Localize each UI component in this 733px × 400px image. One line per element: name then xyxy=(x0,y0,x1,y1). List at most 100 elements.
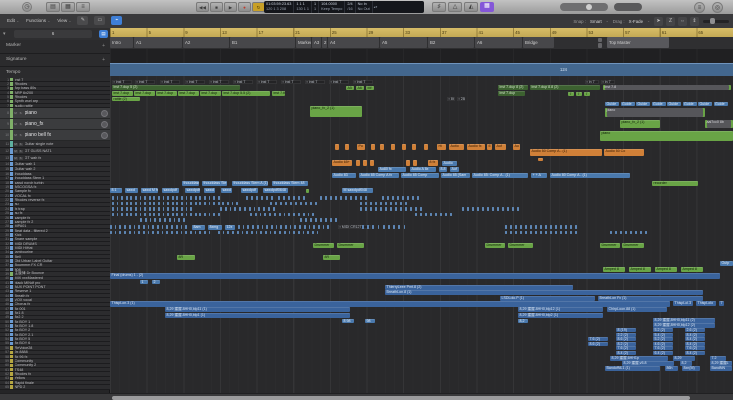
region[interactable]: inst 7.dup xyxy=(498,91,525,96)
region[interactable]: sawdpdf xyxy=(185,188,200,193)
region[interactable]: 8.4 (2) xyxy=(685,342,705,346)
region[interactable]: ▪ inst 7 xyxy=(160,80,180,84)
solo-button[interactable]: S xyxy=(19,112,23,116)
region[interactable] xyxy=(406,160,410,166)
marker-segment[interactable]: Bridge xyxy=(523,37,554,48)
region[interactable]: recorder xyxy=(652,181,698,186)
region[interactable]: ▪ inst 7 xyxy=(281,80,301,84)
region[interactable]: A6 xyxy=(356,86,364,90)
region[interactable]: 8,29 建屋.8HH0,blp11 (1) xyxy=(165,307,350,312)
region[interactable]: 7 xyxy=(576,92,582,96)
track-row[interactable]: 10MSpiano bell fx xyxy=(0,130,110,141)
region[interactable] xyxy=(371,144,375,150)
region[interactable]: + + A xyxy=(531,173,547,179)
region[interactable]: ThispLol.3 xyxy=(673,301,693,306)
marker-segment[interactable]: A1 xyxy=(134,37,182,48)
region[interactable]: piano_fx_2 (1) xyxy=(310,106,362,117)
marker-lane[interactable]: IntroA1A2B1MarkerA32A4A5B2A6BridgeTop Ma… xyxy=(110,37,733,50)
region[interactable]: 8xmg xyxy=(208,225,222,230)
region[interactable]: piano xyxy=(605,108,705,117)
region[interactable]: 8,29 建屋.8HH0,blp1 (1) xyxy=(165,313,350,318)
region[interactable]: Audio 85 Comp xyxy=(401,173,439,179)
region[interactable]: LSDLolo.P (1) xyxy=(500,296,595,301)
metronome-button[interactable]: ◭ xyxy=(464,2,478,12)
region[interactable]: 7.6 (2) xyxy=(588,337,608,341)
region[interactable]: 8.1 xyxy=(110,188,122,193)
mute-button[interactable]: M xyxy=(14,150,18,154)
mute-button[interactable]: M xyxy=(14,134,18,138)
region[interactable]: ▪ inst 7 xyxy=(305,80,325,84)
region[interactable] xyxy=(424,144,428,150)
region[interactable]: Audio 80 Comp A - (1) xyxy=(550,173,630,179)
region[interactable] xyxy=(391,144,395,150)
menu-view[interactable]: View ⌄ xyxy=(57,16,71,26)
region-lanes[interactable]: ▪ inst 7 ▪ inst 7 ▪ inst 7 ▪ inst 7 ▪ inst 7… xyxy=(110,76,733,394)
region[interactable]: Drummer xyxy=(337,243,364,248)
region[interactable]: Outp xyxy=(720,261,733,266)
region[interactable]: ▪ inst 7 xyxy=(329,80,349,84)
region[interactable]: ▪ inst 7 xyxy=(112,80,132,84)
track-row[interactable]: 12MSGT GLISS NAT1 xyxy=(0,148,110,155)
region[interactable]: 98 xyxy=(365,319,375,323)
marker-segment[interactable]: A4 xyxy=(328,37,379,48)
track-count-field[interactable]: 6 xyxy=(14,30,92,38)
region[interactable]: 8.4 (2) xyxy=(616,351,636,355)
region[interactable]: 8,29 建屋,6HH1p xyxy=(610,356,668,361)
tempo-lane[interactable] xyxy=(110,49,733,63)
region[interactable]: piano xyxy=(600,131,733,141)
region[interactable]: sawdpdf xyxy=(162,188,179,193)
horizontal-scrollbar[interactable] xyxy=(0,393,733,400)
stop-button[interactable]: ■ xyxy=(210,2,223,12)
region[interactable] xyxy=(356,160,360,166)
region[interactable]: inst 7.dup xyxy=(134,91,155,96)
region[interactable]: ThierryLeee Pmt.8 (2) xyxy=(385,285,573,290)
zoom-tool-button[interactable]: Z xyxy=(666,17,675,26)
inspector-toggle-button[interactable]: ▦ xyxy=(61,2,75,12)
region[interactable]: sawd M fx xyxy=(141,188,158,193)
region[interactable]: inst 7.dup 8 (2) xyxy=(498,85,528,90)
solo-button[interactable]: S xyxy=(19,150,23,154)
region[interactable] xyxy=(370,160,374,166)
region[interactable]: thouddass 1 xyxy=(182,181,199,186)
marker-segment[interactable]: Marker xyxy=(296,37,311,48)
snap-select[interactable]: Smart xyxy=(590,19,602,24)
region[interactable]: Audio 65+ xyxy=(332,160,352,166)
region[interactable]: Amped 8 xyxy=(629,267,651,272)
region[interactable]: Drummer xyxy=(508,243,533,248)
tempo-curve-band[interactable]: 124 xyxy=(110,63,733,76)
volume-knob[interactable] xyxy=(101,110,108,117)
region[interactable]: Audio 85 Comp A fx xyxy=(359,173,399,179)
region[interactable]: Drummer xyxy=(485,243,505,248)
region[interactable]: 6.4 (2) xyxy=(653,351,673,355)
region[interactable] xyxy=(413,160,417,166)
track-row[interactable]: 8MSpiano xyxy=(0,108,110,119)
region[interactable]: Audio 85: Comp A - (1) xyxy=(472,173,528,179)
region[interactable]: 8.2 (2) xyxy=(616,342,636,346)
menu-edit[interactable]: Edit ⌄ xyxy=(7,16,19,26)
region[interactable]: 8 (19) xyxy=(616,328,636,332)
solo-button[interactable]: S xyxy=(19,123,23,127)
region[interactable]: E xyxy=(487,144,492,150)
region[interactable]: sawd xyxy=(221,188,232,193)
marker-zoom-plus-button[interactable] xyxy=(598,38,602,43)
region[interactable]: Audio 83 xyxy=(332,173,356,179)
pencil-tool-button[interactable]: ✎ xyxy=(77,16,88,25)
region[interactable]: sawdpdf xyxy=(241,188,258,193)
lcd-cell[interactable]: 11 xyxy=(312,1,319,13)
region[interactable]: Amped 8 xyxy=(603,267,625,272)
region[interactable]: ThispLon.3 (1) xyxy=(110,301,670,307)
region[interactable]: 8 98 xyxy=(342,319,354,323)
lcd-arrows[interactable]: ▴▾ xyxy=(373,1,379,13)
pointer-tool-button[interactable]: ➤ xyxy=(654,17,663,26)
region[interactable]: ▪ inst 7 xyxy=(233,80,253,84)
region[interactable]: ▪ inst 7 xyxy=(185,80,205,84)
region[interactable]: ▪ 8t xyxy=(447,97,455,101)
region[interactable]: sawdpdf0648 xyxy=(263,188,288,193)
region[interactable]: 7.6 (2) xyxy=(685,346,705,350)
region[interactable]: BandofNL1 (1) xyxy=(605,366,660,371)
region[interactable]: 8xn(M) xyxy=(682,366,700,371)
smart-controls-button[interactable]: ≡ xyxy=(76,2,90,12)
region[interactable]: aal7cc0 8b xyxy=(705,120,733,128)
mute-button[interactable]: M xyxy=(14,157,18,161)
search-button[interactable]: ◎ xyxy=(712,2,723,13)
